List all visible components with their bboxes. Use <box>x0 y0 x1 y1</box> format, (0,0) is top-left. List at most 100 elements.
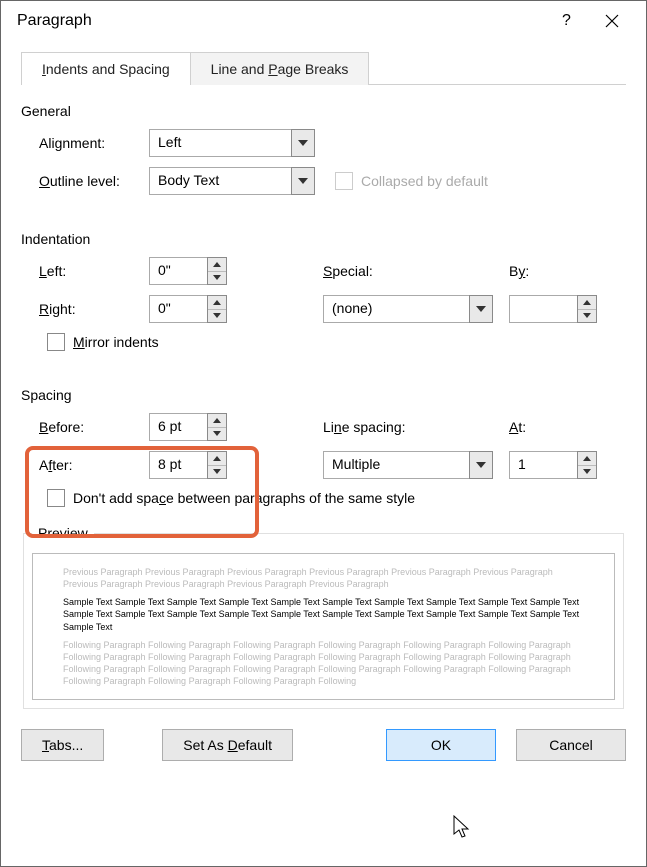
spacing-before-value[interactable]: 6 pt <box>149 413 207 441</box>
chevron-up-icon <box>213 418 221 423</box>
line-spacing-combo[interactable]: Multiple <box>323 451 493 479</box>
ok-button[interactable]: OK <box>386 729 496 761</box>
outline-level-combo[interactable]: Body Text <box>149 167 315 195</box>
at-value[interactable]: 1 <box>509 451 577 479</box>
checkbox-box[interactable] <box>47 489 65 507</box>
alignment-label: Alignment: <box>39 135 149 151</box>
close-icon <box>605 14 619 28</box>
spacing-group-label: Spacing <box>21 387 626 403</box>
general-group-label: General <box>21 103 626 119</box>
checkbox-box[interactable] <box>47 333 65 351</box>
collapsed-checkbox: Collapsed by default <box>335 172 488 190</box>
spacing-after-spinner[interactable]: 8 pt <box>149 451 227 479</box>
close-button[interactable] <box>589 6 634 36</box>
no-space-same-style-checkbox[interactable]: Don't add space between paragraphs of th… <box>47 489 415 507</box>
indent-left-spinner[interactable]: 0" <box>149 257 227 285</box>
spinner-arrows[interactable] <box>207 295 227 323</box>
tab-bar: Indents and Spacing Line and Page Breaks <box>21 51 626 85</box>
line-spacing-dropdown-button[interactable] <box>469 451 493 479</box>
tab-indents-spacing[interactable]: Indents and Spacing <box>21 52 191 85</box>
mirror-indents-label: Mirror indents <box>73 334 159 350</box>
spinner-arrows[interactable] <box>207 413 227 441</box>
set-as-default-button[interactable]: Set As Default <box>162 729 293 761</box>
spin-down[interactable] <box>208 466 226 479</box>
spin-down[interactable] <box>208 272 226 285</box>
cursor-icon <box>453 815 473 841</box>
spin-up[interactable] <box>208 258 226 272</box>
alignment-dropdown-button[interactable] <box>291 129 315 157</box>
checkbox-box <box>335 172 353 190</box>
line-spacing-value: Multiple <box>323 451 469 479</box>
outline-level-label: Outline level: <box>39 173 149 189</box>
spin-up[interactable] <box>208 452 226 466</box>
indent-right-value[interactable]: 0" <box>149 295 207 323</box>
by-value[interactable] <box>509 295 577 323</box>
spinner-arrows[interactable] <box>207 451 227 479</box>
spacing-before-label: Before: <box>39 419 149 435</box>
chevron-down-icon <box>476 306 486 312</box>
spin-down[interactable] <box>578 466 596 479</box>
spinner-arrows[interactable] <box>577 295 597 323</box>
by-label: By: <box>509 263 529 279</box>
titlebar: Paragraph ? <box>1 1 646 41</box>
no-space-same-style-label: Don't add space between paragraphs of th… <box>73 490 415 506</box>
spin-down[interactable] <box>578 310 596 323</box>
outline-level-value: Body Text <box>149 167 291 195</box>
chevron-up-icon <box>213 300 221 305</box>
chevron-down-icon <box>298 178 308 184</box>
chevron-down-icon <box>583 313 591 318</box>
tabs-button[interactable]: Tabs... <box>21 729 104 761</box>
preview-sample: Sample Text Sample Text Sample Text Samp… <box>63 596 584 632</box>
spinner-arrows[interactable] <box>207 257 227 285</box>
dialog-buttons: Tabs... Set As Default OK Cancel <box>21 729 626 761</box>
spacing-before-spinner[interactable]: 6 pt <box>149 413 227 441</box>
spin-down[interactable] <box>208 428 226 441</box>
chevron-down-icon <box>213 431 221 436</box>
spin-up[interactable] <box>578 452 596 466</box>
mirror-indents-checkbox[interactable]: Mirror indents <box>47 333 159 351</box>
spinner-arrows[interactable] <box>577 451 597 479</box>
chevron-up-icon <box>213 456 221 461</box>
chevron-up-icon <box>583 456 591 461</box>
indentation-group-label: Indentation <box>21 231 626 247</box>
alignment-value: Left <box>149 129 291 157</box>
indent-right-label: Right: <box>39 301 149 317</box>
special-combo[interactable]: (none) <box>323 295 493 323</box>
help-button[interactable]: ? <box>544 6 589 36</box>
special-value: (none) <box>323 295 469 323</box>
preview-following: Following Paragraph Following Paragraph … <box>63 639 584 688</box>
indent-left-value[interactable]: 0" <box>149 257 207 285</box>
indent-left-label: Left: <box>39 263 149 279</box>
spacing-after-label: After: <box>39 457 149 473</box>
chevron-down-icon <box>298 140 308 146</box>
special-label: Special: <box>323 263 423 279</box>
spin-up[interactable] <box>208 296 226 310</box>
spin-down[interactable] <box>208 310 226 323</box>
special-dropdown-button[interactable] <box>469 295 493 323</box>
preview-group: Preview Previous Paragraph Previous Para… <box>23 525 624 709</box>
chevron-up-icon <box>213 262 221 267</box>
chevron-up-icon <box>583 300 591 305</box>
preview-previous: Previous Paragraph Previous Paragraph Pr… <box>63 566 584 590</box>
chevron-down-icon <box>583 469 591 474</box>
chevron-down-icon <box>213 313 221 318</box>
at-spinner[interactable]: 1 <box>509 451 597 479</box>
spin-up[interactable] <box>208 414 226 428</box>
tab-line-page-breaks[interactable]: Line and Page Breaks <box>191 52 370 85</box>
chevron-down-icon <box>213 469 221 474</box>
at-label: At: <box>509 419 526 435</box>
outline-dropdown-button[interactable] <box>291 167 315 195</box>
indent-right-spinner[interactable]: 0" <box>149 295 227 323</box>
preview-box: Previous Paragraph Previous Paragraph Pr… <box>32 553 615 700</box>
spin-up[interactable] <box>578 296 596 310</box>
chevron-down-icon <box>476 462 486 468</box>
by-spinner[interactable] <box>509 295 597 323</box>
alignment-combo[interactable]: Left <box>149 129 315 157</box>
dialog-title: Paragraph <box>17 12 544 30</box>
cancel-button[interactable]: Cancel <box>516 729 626 761</box>
spacing-after-value[interactable]: 8 pt <box>149 451 207 479</box>
preview-label: Preview <box>32 525 94 541</box>
line-spacing-label: Line spacing: <box>323 419 509 435</box>
collapsed-label: Collapsed by default <box>361 173 488 189</box>
chevron-down-icon <box>213 275 221 280</box>
